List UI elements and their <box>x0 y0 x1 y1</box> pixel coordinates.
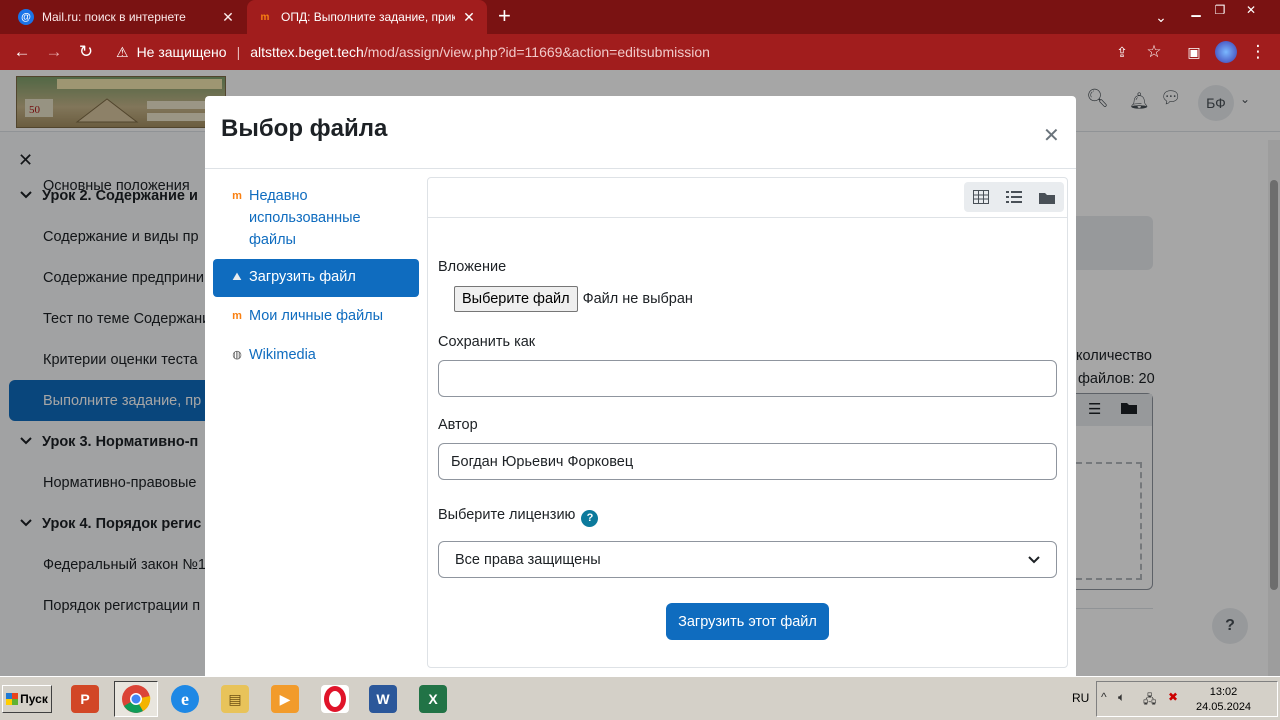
author-label: Автор <box>438 417 478 433</box>
minimize-button[interactable]: ▁ <box>1184 0 1208 20</box>
moodle-icon: m <box>232 310 242 322</box>
close-window-button[interactable]: ✕ <box>1236 0 1266 20</box>
file-picker-panel: Вложение Выберите файл Файл не выбран Со… <box>427 177 1068 668</box>
restore-button[interactable]: ❐ <box>1208 0 1232 20</box>
internet-explorer-taskbar-icon[interactable]: e <box>168 681 202 717</box>
excel-taskbar-icon[interactable]: X <box>416 681 450 717</box>
start-button[interactable]: Пуск <box>2 685 52 713</box>
tray-expand-icon[interactable]: ^ <box>1101 690 1107 704</box>
moodle-page: 50 🔍︎ 🔔︎ 💬︎ БФ ⌄ ✕ Основные положения Ур… <box>0 70 1280 676</box>
icons-view-icon[interactable] <box>964 182 997 212</box>
new-tab-button[interactable]: + <box>498 5 511 27</box>
language-indicator[interactable]: RU <box>1072 691 1089 705</box>
url-path: /mod/assign/view.php?id=11669&action=edi… <box>363 44 710 60</box>
volume-icon[interactable]: 🔈︎ <box>1118 690 1125 705</box>
repository-label: Недавно использованные файлы <box>249 188 361 248</box>
attachment-label: Вложение <box>438 259 507 275</box>
list-view-icon[interactable] <box>997 182 1030 212</box>
repository-item[interactable]: m Мои личные файлы <box>213 298 419 336</box>
share-icon[interactable]: ⇪ <box>1106 36 1138 68</box>
dialog-title: Выбор файла <box>221 115 388 142</box>
upload-icon: ⛰ <box>232 271 242 283</box>
system-clock[interactable]: 13:02 24.05.2024 <box>1196 685 1251 715</box>
close-tab-icon[interactable]: ✕ <box>461 9 477 26</box>
repository-list: m Недавно использованные файлы ⛰ Загрузить … <box>213 178 419 376</box>
browser-tab-strip: @ Mail.ru: поиск в интернете ✕ m ОПД: Вы… <box>0 0 1280 34</box>
bookmark-star-icon[interactable]: ☆ <box>1138 36 1170 68</box>
clock-time: 13:02 <box>1209 686 1238 698</box>
repository-label: Мои личные файлы <box>249 308 384 324</box>
clock-date: 24.05.2024 <box>1196 701 1252 713</box>
back-arrow-icon[interactable]: ← <box>6 36 38 68</box>
network-icon[interactable]: 🖧︎ <box>1143 690 1156 711</box>
dialog-header: Выбор файла ✕ <box>205 96 1076 169</box>
choose-file-button[interactable]: Выберите файл <box>454 286 578 312</box>
windows-logo-icon <box>6 693 19 705</box>
mailru-icon: @ <box>18 9 34 25</box>
close-tab-icon[interactable]: ✕ <box>220 9 236 26</box>
save-as-input[interactable] <box>438 360 1057 397</box>
security-status: Не защищено <box>136 44 227 60</box>
help-question-icon[interactable]: ? <box>581 509 599 527</box>
license-label: Выберите лицензию <box>438 507 576 523</box>
opera-taskbar-icon[interactable] <box>318 681 352 717</box>
upload-file-button[interactable]: Загрузить этот файл <box>666 603 829 640</box>
close-dialog-button[interactable]: ✕ <box>1043 123 1060 148</box>
side-panel-icon[interactable]: ▣ <box>1178 36 1210 68</box>
reload-icon[interactable]: ↻ <box>70 36 102 68</box>
media-player-taskbar-icon[interactable]: ▶ <box>268 681 302 717</box>
tab-title: ОПД: Выполните задание, прикреп <box>281 10 455 24</box>
address-bar[interactable]: ⚠ Не защищено | altsttex.beget.tech /mod… <box>108 38 1178 66</box>
word-taskbar-icon[interactable]: W <box>366 681 400 717</box>
chrome-taskbar-icon[interactable] <box>114 681 158 717</box>
windows-taskbar: Пуск P e ▤ ▶ W X RU ^ 🔈︎ 🖧︎ ✖ 13:02 24.0… <box>0 676 1280 720</box>
explorer-taskbar-icon[interactable]: ▤ <box>218 681 252 717</box>
license-selected-value: Все права защищены <box>455 551 601 568</box>
file-picker-toolbar <box>428 178 1067 218</box>
repository-label: Загрузить файл <box>249 269 356 285</box>
tab-search-icon[interactable]: ⌄ <box>1150 7 1172 27</box>
author-input[interactable]: Богдан Юрьевич Форковец <box>438 443 1057 480</box>
address-separator: | <box>236 44 241 60</box>
moodle-icon: m <box>232 190 242 202</box>
warning-icon: ⚠ <box>116 43 129 60</box>
file-input: Выберите файл Файл не выбран <box>454 286 693 312</box>
browser-tab-moodle[interactable]: m ОПД: Выполните задание, прикреп ✕ <box>247 0 487 34</box>
url-host: altsttex.beget.tech <box>250 44 364 60</box>
browser-menu-icon[interactable]: ⋮ <box>1242 36 1274 68</box>
tab-title: Mail.ru: поиск в интернете <box>42 10 186 24</box>
repository-item[interactable]: ⛰ Загрузить файл <box>213 259 419 297</box>
file-picker-dialog: Выбор файла ✕ m Недавно использованные фа… <box>205 96 1076 676</box>
repository-item[interactable]: m Недавно использованные файлы <box>213 178 419 258</box>
powerpoint-taskbar-icon[interactable]: P <box>68 681 102 717</box>
license-label-row: Выберите лицензию? <box>438 507 599 527</box>
forward-arrow-icon[interactable]: → <box>38 36 70 68</box>
view-switcher <box>964 182 1064 212</box>
start-label: Пуск <box>20 692 48 706</box>
file-status-text: Файл не выбран <box>582 291 693 307</box>
chevron-down-icon <box>1028 553 1040 567</box>
profile-avatar-icon[interactable] <box>1210 36 1242 68</box>
folder-view-icon[interactable] <box>1030 182 1063 212</box>
browser-tab-mailru[interactable]: @ Mail.ru: поиск в интернете ✕ <box>8 0 246 34</box>
chrome-icon <box>122 685 151 713</box>
repository-label: Wikimedia <box>249 347 316 363</box>
save-as-label: Сохранить как <box>438 334 536 350</box>
browser-toolbar: ← → ↻ ⚠ Не защищено | altsttex.beget.tec… <box>0 34 1280 70</box>
repository-item[interactable]: ◍ Wikimedia <box>213 337 419 375</box>
network-error-icon[interactable]: ✖ <box>1168 690 1178 704</box>
wikimedia-icon: ◍ <box>232 349 242 361</box>
license-select[interactable]: Все права защищены <box>438 541 1057 578</box>
moodle-icon: m <box>260 11 270 23</box>
